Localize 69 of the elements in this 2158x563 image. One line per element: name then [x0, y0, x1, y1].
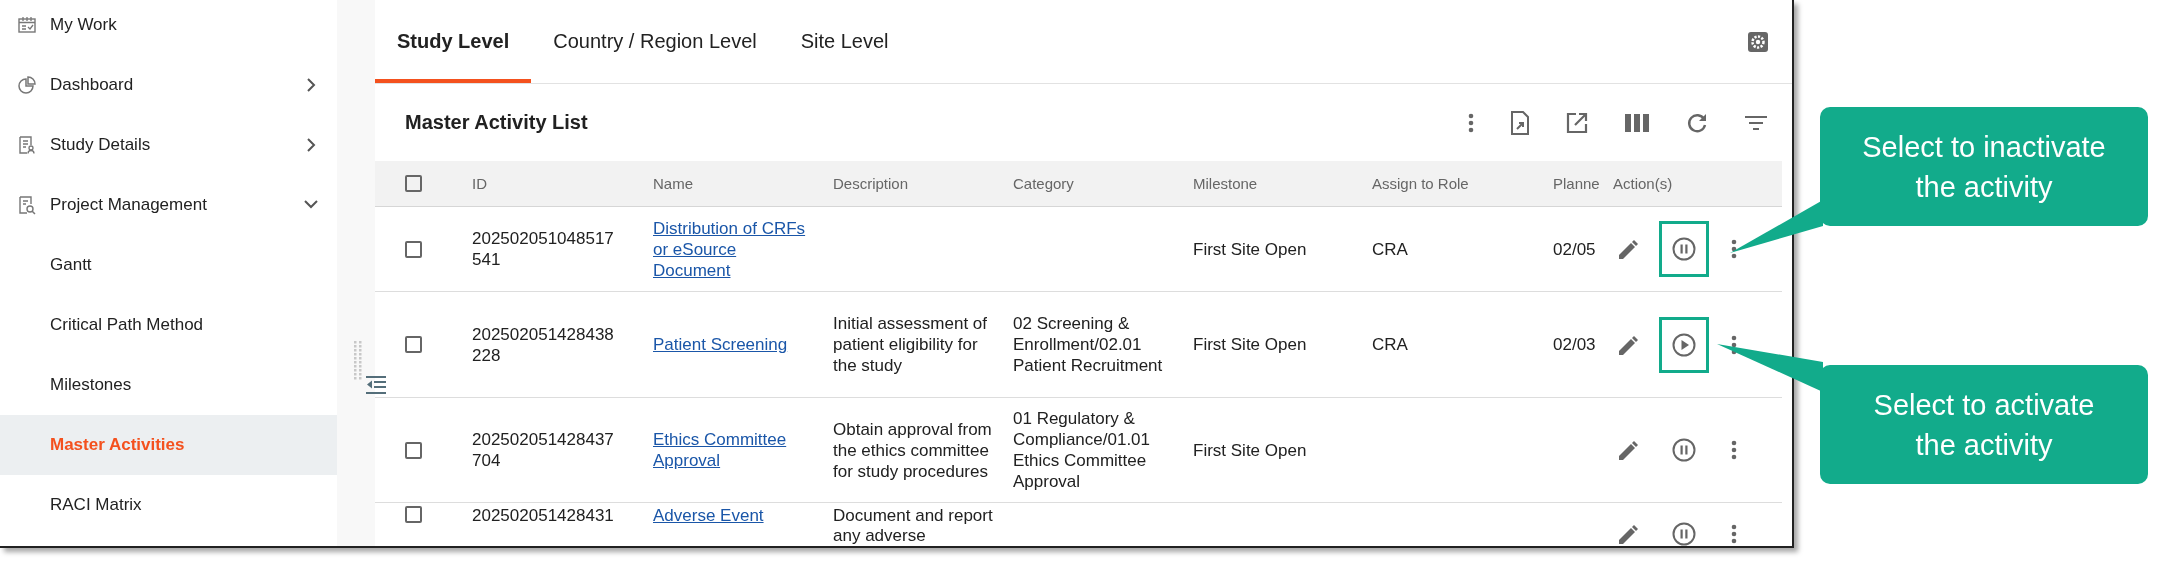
activity-link[interactable]: Patient Screening — [653, 334, 788, 355]
table-cell: First Site Open — [1193, 334, 1307, 355]
edit-icon[interactable] — [1617, 333, 1639, 356]
activity-link[interactable]: Adverse Event — [653, 506, 764, 526]
pause-button[interactable] — [1659, 221, 1709, 277]
checkbox[interactable] — [405, 506, 422, 523]
column-header: Action(s) — [1613, 175, 1673, 192]
activity-link[interactable]: Distribution of CRFs or eSource Document — [653, 217, 813, 281]
callout-box: Select to inactivate the activity — [1820, 107, 2148, 226]
filter-icon[interactable] — [1745, 114, 1767, 131]
sidebar-item[interactable]: Project Management — [0, 175, 337, 235]
sidebar-item[interactable]: Critical Path Method — [0, 295, 337, 355]
activity-link[interactable]: Ethics Committee Approval — [653, 429, 813, 471]
table-cell: First Site Open — [1193, 238, 1307, 260]
sidebar-item[interactable]: RACI Matrix — [0, 475, 337, 535]
sidebar-item[interactable]: Milestones — [0, 355, 337, 415]
table-cell: 02/05 — [1553, 238, 1596, 260]
more-options-icon[interactable] — [1731, 440, 1737, 460]
refresh-icon[interactable] — [1686, 111, 1708, 134]
open-external-icon[interactable] — [1566, 111, 1588, 134]
table-cell: CRA — [1372, 238, 1408, 260]
column-header: Category — [1013, 175, 1074, 192]
column-header: Milestone — [1193, 175, 1258, 192]
sidebar-item[interactable]: Dashboard — [0, 55, 337, 115]
more-options-icon[interactable] — [1731, 524, 1737, 544]
edit-icon[interactable] — [1617, 523, 1639, 545]
more-options-icon[interactable] — [1731, 239, 1737, 259]
columns-icon[interactable] — [1625, 113, 1649, 132]
table-cell: First Site Open — [1193, 439, 1307, 461]
column-header: ID — [472, 175, 487, 192]
sidebar-item[interactable]: Gantt — [0, 235, 337, 295]
settings-icon[interactable] — [1748, 31, 1768, 52]
checkbox[interactable] — [405, 441, 422, 459]
table-cell-text: Initial assessment of patient eligibility for the study — [833, 313, 988, 376]
checkbox[interactable] — [405, 175, 422, 192]
table-cell: 02/03 — [1553, 334, 1596, 355]
column-header: Assign to Role — [1372, 175, 1469, 192]
list-title: Master Activity List — [405, 111, 588, 134]
play-button[interactable] — [1659, 316, 1709, 373]
grip-handle[interactable] — [354, 340, 362, 380]
checkbox[interactable] — [405, 336, 422, 353]
tab[interactable]: Site Level — [778, 0, 911, 83]
column-header: Planne — [1553, 175, 1600, 192]
tab[interactable]: Study Level — [375, 0, 532, 83]
checkbox[interactable] — [405, 240, 422, 258]
table-cell: 202502051048517541 — [472, 228, 614, 270]
more-options-icon[interactable] — [1468, 112, 1474, 133]
table-cell: 202502051428437704 — [472, 429, 614, 471]
collapse-sidebar-icon[interactable] — [365, 376, 387, 394]
table-cell: Document and report any adverse — [833, 506, 993, 546]
edit-icon[interactable] — [1617, 439, 1639, 461]
column-header: Name — [653, 175, 693, 192]
tab[interactable]: Country / Region Level — [531, 0, 779, 83]
table-cell-text: 01 Regulatory & Compliance/01.01 Ethics Committee Approval — [1013, 408, 1152, 492]
table-cell: CRA — [1372, 334, 1408, 355]
sidebar-item[interactable]: My Work — [0, 0, 337, 55]
edit-icon[interactable] — [1617, 238, 1639, 260]
export-file-icon[interactable] — [1511, 110, 1529, 135]
table-cell: 202502051428431 — [472, 506, 614, 526]
callout-box: Select to activate the activity — [1820, 365, 2148, 484]
pie-chart-icon — [18, 75, 36, 95]
calendar-icon — [18, 15, 36, 35]
table-cell: 202502051428438228 — [472, 323, 614, 366]
document-search-icon — [18, 195, 36, 215]
table-cell: Obtain approval from the ethics committee for study procedures — [833, 418, 993, 482]
sidebar-item[interactable]: Study Details — [0, 115, 337, 175]
column-header: Description — [833, 175, 909, 192]
table-cell-text: 02 Screening & Enrollment/02.01 Patient Recruitment — [1013, 313, 1164, 376]
document-person-icon — [18, 135, 36, 155]
